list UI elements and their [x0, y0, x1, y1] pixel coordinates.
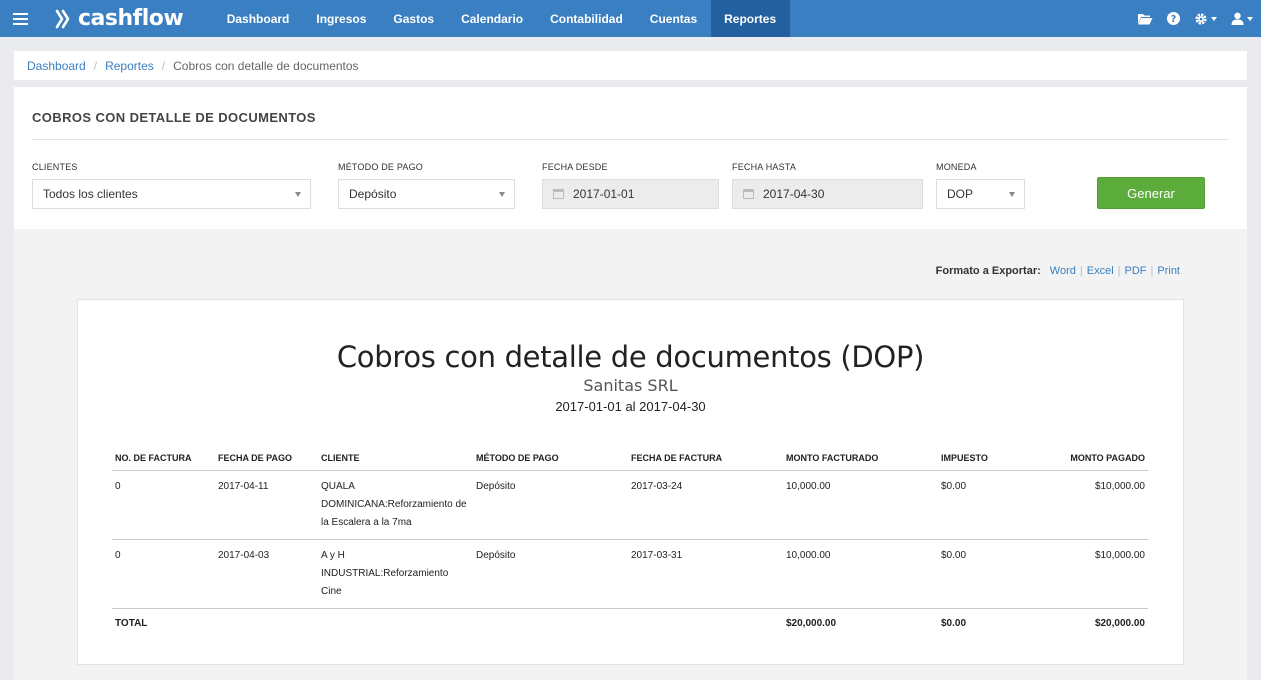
export-separator: | [1150, 265, 1154, 277]
breadcrumb-dashboard[interactable]: Dashboard [27, 59, 86, 73]
report-table: NO. DE FACTURA FECHA DE PAGO CLIENTE MÉT… [112, 447, 1148, 640]
main-nav: Dashboard Ingresos Gastos Calendario Con… [213, 0, 790, 37]
filter-panel: COBROS CON DETALLE DE DOCUMENTOS CLIENTE… [14, 87, 1247, 229]
cell-cliente: QUALA DOMINICANA:Reforzamiento de la Esc… [318, 470, 473, 540]
cell-impuesto: $0.00 [938, 470, 1038, 540]
cell-fecha-factura: 2017-03-31 [628, 539, 783, 609]
top-navbar: cashflow Dashboard Ingresos Gastos Calen… [0, 0, 1261, 37]
clientes-value: Todos los clientes [43, 187, 138, 201]
col-header: MONTO PAGADO [1038, 447, 1148, 471]
export-word-link[interactable]: Word [1050, 265, 1076, 277]
calendar-icon [553, 189, 564, 199]
cell-cliente: A y H INDUSTRIAL:Reforzamiento Cine [318, 539, 473, 609]
cell-metodo: Depósito [473, 470, 628, 540]
cell-fecha-pago: 2017-04-11 [215, 470, 318, 540]
nav-gastos[interactable]: Gastos [380, 0, 448, 37]
export-excel-link[interactable]: Excel [1087, 265, 1114, 277]
report-card: COBROS CON DETALLE DE DOCUMENTOS CLIENTE… [14, 87, 1247, 680]
fecha-desde-input[interactable]: 2017-01-01 [542, 179, 719, 209]
metodo-pago-select[interactable]: Depósito [338, 179, 515, 209]
moneda-label: MONEDA [936, 162, 977, 172]
metodo-label: MÉTODO DE PAGO [338, 162, 423, 172]
total-pagado: $20,000.00 [1094, 618, 1145, 629]
nav-contabilidad[interactable]: Contabilidad [537, 0, 637, 37]
top-right-tools: ? [1137, 0, 1253, 37]
cell-monto-pagado: $10,000.00 [1038, 539, 1148, 609]
moneda-value: DOP [947, 187, 974, 201]
breadcrumb-separator: / [93, 58, 98, 73]
breadcrumb-current: Cobros con detalle de documentos [173, 58, 359, 73]
export-print-link[interactable]: Print [1157, 265, 1180, 277]
col-header: FECHA DE PAGO [215, 447, 318, 471]
col-header: MÉTODO DE PAGO [473, 447, 628, 471]
export-pdf-link[interactable]: PDF [1125, 265, 1147, 277]
folder-open-icon[interactable] [1137, 12, 1153, 25]
cell-fecha-factura: 2017-03-24 [628, 470, 783, 540]
calendar-icon [743, 189, 754, 199]
page-title: COBROS CON DETALLE DE DOCUMENTOS [32, 87, 1229, 140]
chevron-down-icon [295, 192, 301, 197]
cell-monto-facturado: 10,000.00 [783, 539, 938, 609]
chevron-down-icon [499, 192, 505, 197]
fecha-hasta-label: FECHA HASTA [732, 162, 797, 172]
menu-toggle-icon[interactable] [0, 0, 40, 37]
logo-text: cashflow [78, 6, 184, 31]
generate-button[interactable]: Generar [1097, 177, 1205, 209]
table-header-row: NO. DE FACTURA FECHA DE PAGO CLIENTE MÉT… [112, 447, 1148, 471]
fecha-hasta-input[interactable]: 2017-04-30 [732, 179, 923, 209]
report-company: Sanitas SRL [583, 376, 678, 395]
report-date-range: 2017-01-01 al 2017-04-30 [555, 399, 706, 414]
nav-ingresos[interactable]: Ingresos [303, 0, 380, 37]
table-row: 0 2017-04-03 A y H INDUSTRIAL:Reforzamie… [112, 539, 1148, 609]
filters-row: CLIENTES Todos los clientes MÉTODO DE PA… [32, 140, 1229, 228]
cell-impuesto: $0.00 [938, 539, 1038, 609]
fecha-hasta-value: 2017-04-30 [763, 187, 825, 201]
clientes-label: CLIENTES [32, 162, 78, 172]
nav-cuentas[interactable]: Cuentas [636, 0, 710, 37]
col-header: MONTO FACTURADO [783, 447, 938, 471]
report-title: Cobros con detalle de documentos (DOP) [336, 340, 925, 374]
total-impuesto: $0.00 [941, 618, 967, 629]
table-total-row: TOTAL $20,000.00 $0.00 $20,000.00 [112, 609, 1148, 641]
table-row: 0 2017-04-11 QUALA DOMINICANA:Reforzamie… [112, 470, 1148, 540]
export-label: Formato a Exportar: [935, 265, 1041, 277]
cell-metodo: Depósito [473, 539, 628, 609]
chevron-down-icon [1211, 16, 1217, 21]
export-separator: | [1079, 265, 1083, 277]
chevron-down-icon [1009, 192, 1015, 197]
metodo-value: Depósito [349, 187, 397, 201]
report-sheet: Cobros con detalle de documentos (DOP) S… [77, 299, 1184, 665]
cell-monto-pagado: $10,000.00 [1038, 470, 1148, 540]
help-icon[interactable]: ? [1167, 12, 1180, 25]
nav-calendario[interactable]: Calendario [448, 0, 537, 37]
col-header: NO. DE FACTURA [112, 447, 215, 471]
col-header: IMPUESTO [938, 447, 1038, 471]
col-header: CLIENTE [318, 447, 473, 471]
user-menu[interactable] [1231, 12, 1253, 25]
chevron-down-icon [1247, 16, 1253, 21]
breadcrumb-separator: / [161, 58, 166, 73]
total-label: TOTAL [115, 618, 148, 629]
fecha-desde-label: FECHA DESDE [542, 162, 608, 172]
app-logo[interactable]: cashflow [54, 0, 184, 37]
cell-monto-facturado: 10,000.00 [783, 470, 938, 540]
fecha-desde-value: 2017-01-01 [573, 187, 635, 201]
settings-gear-icon[interactable] [1194, 12, 1217, 26]
breadcrumb-reportes[interactable]: Reportes [105, 59, 154, 73]
logo-icon [55, 9, 70, 28]
svg-text:?: ? [1171, 14, 1177, 25]
clientes-select[interactable]: Todos los clientes [32, 179, 311, 209]
col-header: FECHA DE FACTURA [628, 447, 783, 471]
cell-factura: 0 [112, 539, 215, 609]
nav-reportes[interactable]: Reportes [710, 0, 790, 37]
cell-factura: 0 [112, 470, 215, 540]
nav-dashboard[interactable]: Dashboard [213, 0, 303, 37]
total-facturado: $20,000.00 [786, 618, 837, 629]
user-icon [1231, 12, 1244, 25]
moneda-select[interactable]: DOP [936, 179, 1025, 209]
export-separator: | [1117, 265, 1121, 277]
breadcrumb: Dashboard / Reportes / Cobros con detall… [14, 51, 1247, 80]
export-formats: Formato a Exportar: Word | Excel | PDF |… [936, 265, 1180, 277]
cell-fecha-pago: 2017-04-03 [215, 539, 318, 609]
